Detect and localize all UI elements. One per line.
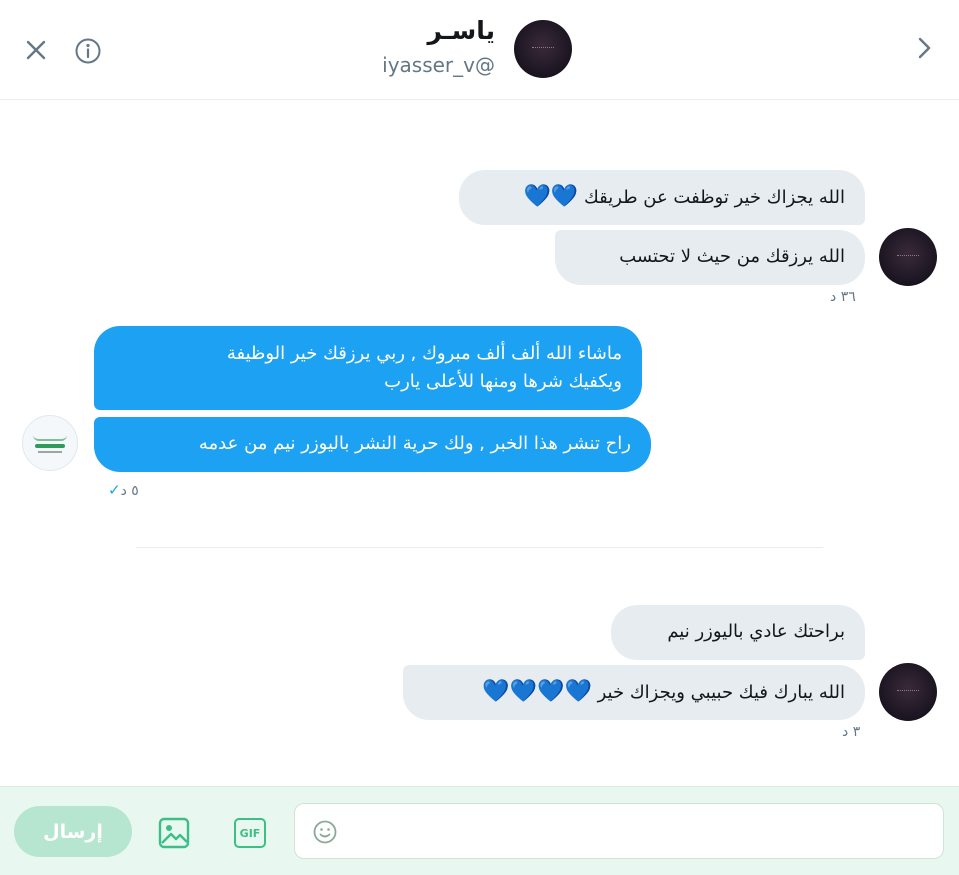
message-timestamp: ✓٥ د: [98, 481, 139, 499]
emoji-icon: [313, 820, 337, 844]
conversation-divider: [136, 547, 823, 548]
message-input[interactable]: [355, 804, 935, 858]
chevron-right-icon: [918, 37, 931, 59]
message-timestamp: ٣ د: [842, 724, 861, 740]
close-button[interactable]: [22, 36, 50, 64]
message-bubble-received[interactable]: الله يرزقك من حيث لا تحتسب: [555, 230, 865, 285]
close-icon: [26, 40, 46, 60]
message-bubble-received[interactable]: الله يجزاك خير توظفت عن طريقك 💙💙: [459, 170, 865, 225]
add-photo-button[interactable]: [156, 815, 192, 851]
conversation-user-name: ياسـر: [427, 16, 495, 45]
message-timestamp: ٣٦ د: [830, 289, 856, 305]
back-button[interactable]: [910, 34, 938, 62]
heart-emoji: 💙💙: [523, 184, 579, 209]
sender-avatar[interactable]: [879, 663, 937, 721]
check-icon: ✓: [108, 481, 121, 499]
message-text-line: ويكفيك شرها ومنها للأعلى يارب: [384, 371, 622, 392]
conversation-user-handle: iyasser_v@: [382, 53, 495, 77]
message-text: راح تنشر هذا الخبر , ولك حرية النشر بالي…: [198, 433, 631, 454]
add-gif-button[interactable]: GIF: [232, 815, 268, 851]
conversation-header: [0, 0, 959, 100]
send-button[interactable]: إرسال: [14, 806, 132, 857]
timestamp-text: ٥ د: [120, 483, 139, 499]
info-button[interactable]: [73, 36, 103, 66]
message-bubble-received[interactable]: براحتك عادي باليوزر نيم: [611, 605, 865, 660]
message-text: الله يبارك فيك حبيبي ويجزاك خير: [597, 682, 845, 703]
message-text: الله يجزاك خير توظفت عن طريقك: [584, 187, 845, 208]
message-text: الله يرزقك من حيث لا تحتسب: [619, 246, 845, 267]
message-text-line: ماشاء الله ألف ألف مبروك , ربي يرزقك خير…: [226, 343, 622, 364]
message-bubble-sent[interactable]: ماشاء الله ألف ألف مبروك , ربي يرزقك خير…: [94, 326, 642, 410]
heart-emoji: 💙💙💙💙: [482, 679, 592, 704]
message-bubble-sent[interactable]: راح تنشر هذا الخبر , ولك حرية النشر بالي…: [94, 417, 651, 472]
emoji-button[interactable]: [311, 818, 339, 846]
message-bubble-received[interactable]: الله يبارك فيك حبيبي ويجزاك خير 💙💙💙💙: [403, 665, 865, 720]
message-text: براحتك عادي باليوزر نيم: [667, 621, 845, 642]
image-icon: [158, 817, 190, 849]
sender-brand-logo[interactable]: [22, 415, 78, 471]
header-avatar[interactable]: [514, 20, 572, 78]
sender-avatar[interactable]: [879, 228, 937, 286]
info-icon: [75, 38, 101, 64]
message-input-container[interactable]: [294, 803, 944, 859]
gif-icon: GIF: [234, 818, 266, 848]
